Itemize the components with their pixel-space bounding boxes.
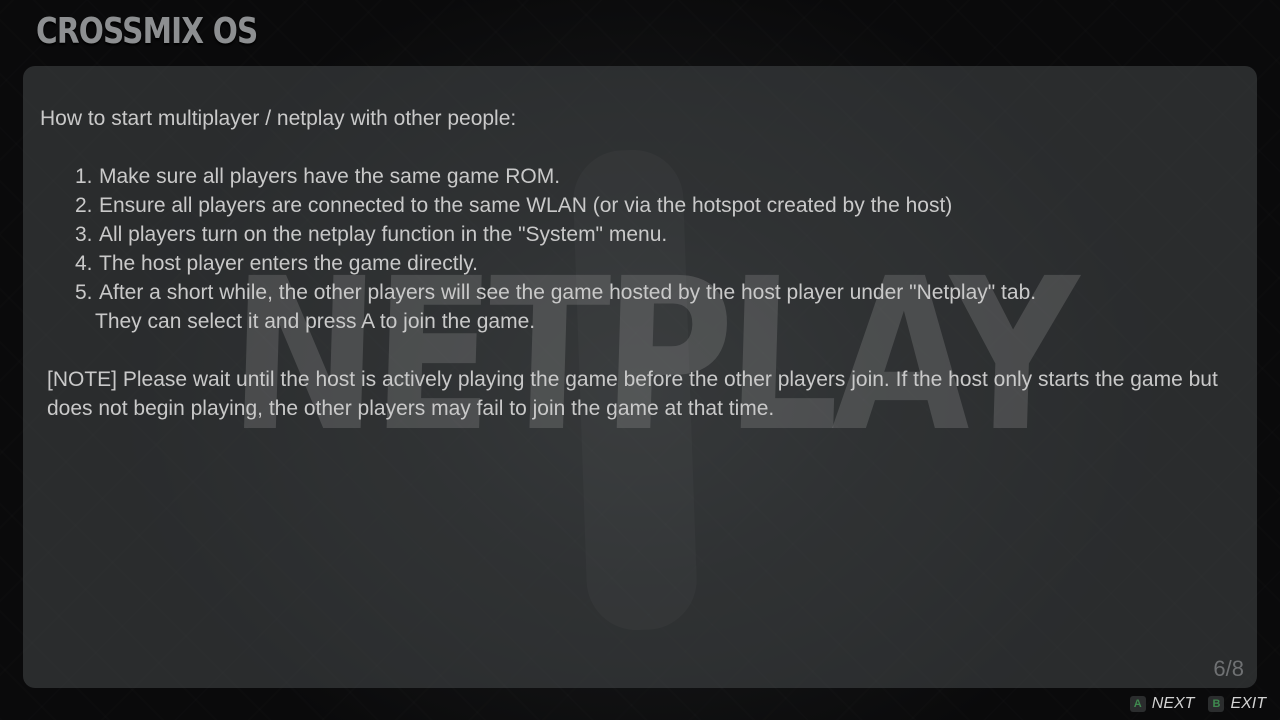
step-text: Make sure all players have the same game… xyxy=(99,165,561,188)
step-item: 3. All players turn on the netplay funct… xyxy=(75,220,1240,249)
button-hints: A NEXT B EXIT xyxy=(1129,695,1266,713)
next-hint[interactable]: A NEXT xyxy=(1129,695,1195,713)
step-number: 5. xyxy=(75,281,93,304)
step-number: 4. xyxy=(75,252,93,275)
a-button-icon: A xyxy=(1129,696,1146,712)
help-intro: How to start multiplayer / netplay with … xyxy=(40,107,517,130)
step-number: 1. xyxy=(75,165,93,188)
next-label: NEXT xyxy=(1151,695,1195,712)
step-text: After a short while, the other players w… xyxy=(99,281,1037,304)
help-content: How to start multiplayer / netplay with … xyxy=(40,104,1240,423)
steps-list: 1. Make sure all players have the same g… xyxy=(40,162,1240,307)
step-text: All players turn on the netplay function… xyxy=(99,223,668,246)
step-item: 1. Make sure all players have the same g… xyxy=(75,162,1240,191)
step-item: 2. Ensure all players are connected to t… xyxy=(75,191,1240,220)
crossmix-logo: CROSSMIX OS xyxy=(36,11,258,52)
step-number: 2. xyxy=(75,194,93,217)
help-note: [NOTE] Please wait until the host is act… xyxy=(47,368,1218,420)
netplay-help-screen: CROSSMIX OS NETPLAY How to start multipl… xyxy=(0,0,1280,720)
b-button-icon: B xyxy=(1208,696,1225,712)
step-text: The host player enters the game directly… xyxy=(99,252,478,275)
page-indicator: 6/8 xyxy=(1213,656,1244,681)
step-text: Ensure all players are connected to the … xyxy=(99,194,953,217)
step-5-continuation: They can select it and press A to join t… xyxy=(95,310,536,333)
exit-hint[interactable]: B EXIT xyxy=(1208,695,1266,713)
step-item: 4. The host player enters the game direc… xyxy=(75,249,1240,278)
step-number: 3. xyxy=(75,223,93,246)
exit-label: EXIT xyxy=(1230,695,1266,712)
step-item: 5. After a short while, the other player… xyxy=(75,278,1240,307)
